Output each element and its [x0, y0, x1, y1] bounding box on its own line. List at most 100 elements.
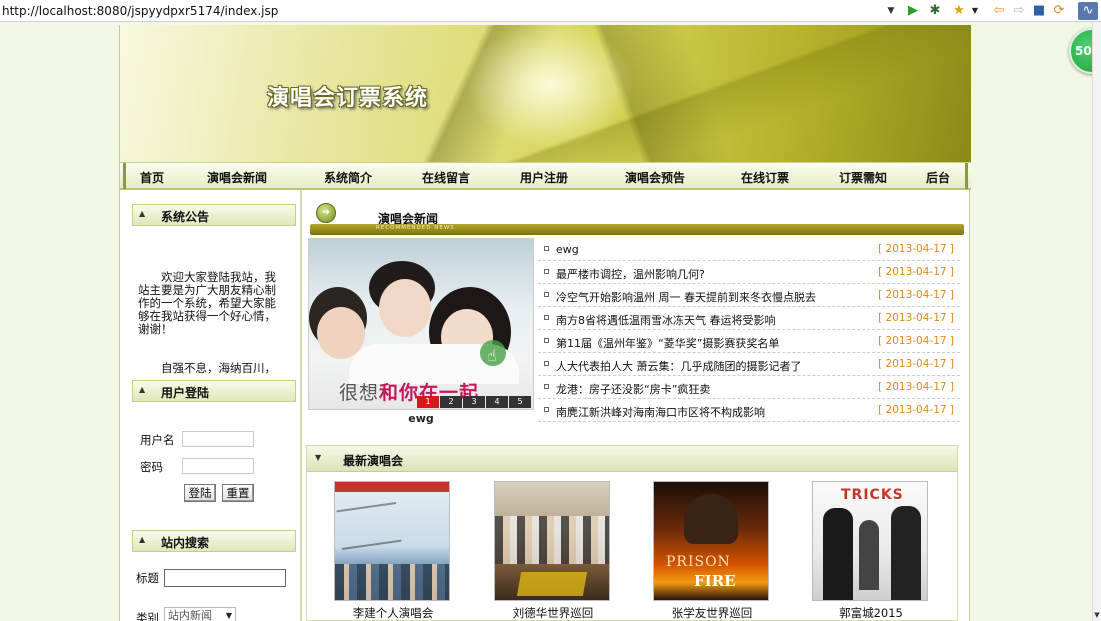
username-input[interactable] [182, 431, 254, 447]
news-item[interactable]: 南方8省将遇低温雨雪冰冻天气 春运将受影响 [ 2013-04-17 ] [538, 307, 960, 330]
nav-online-booking[interactable]: 在线订票 [741, 169, 789, 186]
poster-red-band [335, 482, 449, 492]
poster-man-right [891, 506, 921, 600]
banner: 演唱会订票系统 [120, 25, 971, 162]
password-input[interactable] [182, 458, 254, 474]
news-item-title[interactable]: 人大代表拍人大 萧云集：几乎成随团的摄影记者了 [556, 358, 802, 374]
concert-name[interactable]: 郭富城2015 [812, 605, 930, 621]
news-item-title[interactable]: 龙港：房子还没影“房卡”疯狂卖 [556, 381, 710, 397]
news-header-bar: RECOMMENDED NEWS [310, 224, 964, 235]
nav-left-edge [123, 163, 126, 189]
poster-title: TRICKS [841, 487, 904, 503]
poster-title-a: PRISON [666, 554, 731, 570]
refresh-icon[interactable]: ⟳ [1050, 2, 1068, 20]
news-item-date: [ 2013-04-17 ] [878, 335, 954, 347]
news-item[interactable]: 龙港：房子还没影“房卡”疯狂卖 [ 2013-04-17 ] [538, 376, 960, 399]
news-item[interactable]: ewg [ 2013-04-17 ] [538, 238, 960, 261]
nav-booking-notice[interactable]: 订票需知 [839, 169, 887, 186]
nav-home[interactable]: 首页 [140, 169, 164, 186]
play-icon[interactable]: ▶ [904, 2, 922, 20]
concert-name[interactable]: 张学友世界巡回 [653, 605, 771, 621]
news-item-title[interactable]: 南方8省将遇低温雨雪冰冻天气 春运将受影响 [556, 312, 776, 328]
poster-figure [684, 494, 738, 544]
news-item[interactable]: 人大代表拍人大 萧云集：几乎成随团的摄影记者了 [ 2013-04-17 ] [538, 353, 960, 376]
news-slideshow[interactable]: 很想和你在一起 1 2 3 4 5 [308, 238, 534, 410]
nav-system-intro[interactable]: 系统简介 [324, 169, 372, 186]
scroll-down-icon[interactable]: ▼ [1093, 611, 1101, 619]
concert-name[interactable]: 李建个人演唱会 [334, 605, 452, 621]
slide-page-1[interactable]: 1 [417, 396, 439, 408]
square-bullet-icon [544, 407, 549, 412]
news-item-title[interactable]: 冷空气开始影响温州 周一 春天提前到来冬衣慢点脱去 [556, 289, 816, 305]
reset-button[interactable]: 重置 [222, 484, 254, 502]
news-item[interactable]: 第11届《温州年鉴》“菱华奖”摄影赛获奖名单 [ 2013-04-17 ] [538, 330, 960, 353]
notice-text: 欢迎大家登陆我站，我站主要是为广大朋友精心制作的一个系统，希望大家能够在我站获得… [138, 271, 276, 336]
poster-handwriting [336, 502, 402, 550]
bug-icon[interactable]: ✱ [926, 2, 944, 20]
hand-cursor-icon: ☝ [487, 346, 497, 365]
latest-concerts-title: 最新演唱会 [343, 454, 404, 468]
slide-page-3[interactable]: 3 [463, 396, 485, 408]
nav-concert-news[interactable]: 演唱会新闻 [207, 169, 267, 186]
concert-card[interactable]: PRISON FIRE 张学友世界巡回 [653, 481, 771, 621]
poster-title-b: FIRE [694, 572, 736, 590]
concert-card[interactable]: 刘德华世界巡回 [494, 481, 612, 621]
search-title: 站内搜索 [161, 536, 210, 550]
chart-icon[interactable]: ∿ [1078, 2, 1098, 20]
vertical-scrollbar[interactable]: ▼ [1092, 22, 1101, 621]
stop-icon[interactable]: ■ [1030, 2, 1048, 20]
news-item-date: [ 2013-04-17 ] [878, 289, 954, 301]
sidebar: ▲ 系统公告 欢迎大家登陆我站，我站主要是为广大朋友精心制作的一个系统，希望大家… [122, 190, 302, 621]
forward-arrow-icon[interactable]: ⇨ [1010, 2, 1028, 20]
news-item-date: [ 2013-04-17 ] [878, 266, 954, 278]
back-arrow-icon[interactable]: ⇦ [990, 2, 1008, 20]
concert-poster[interactable]: TRICKS [812, 481, 928, 601]
nav-guestbook[interactable]: 在线留言 [422, 169, 470, 186]
triangle-icon: ▲ [139, 385, 146, 394]
square-bullet-icon [544, 315, 549, 320]
nav-register[interactable]: 用户注册 [520, 169, 568, 186]
nav-concert-preview[interactable]: 演唱会预告 [625, 169, 685, 186]
poster-man-left [823, 508, 853, 600]
concert-card[interactable]: TRICKS 郭富城2015 [812, 481, 930, 621]
category-select[interactable]: 站内新闻 ▼ [164, 607, 236, 621]
search-title-input[interactable] [164, 569, 286, 587]
news-item[interactable]: 最严楼市调控，温州影响几何? [ 2013-04-17 ] [538, 261, 960, 284]
nav-admin[interactable]: 后台 [926, 169, 950, 186]
login-button[interactable]: 登陆 [184, 484, 216, 502]
slide-label[interactable]: ewg [308, 412, 534, 425]
concert-name[interactable]: 刘德华世界巡回 [494, 605, 612, 621]
main-nav: 首页 演唱会新闻 系统简介 在线留言 用户注册 演唱会预告 在线订票 订票需知 … [120, 162, 971, 190]
triangle-down-icon: ▼ [315, 453, 322, 462]
news-item[interactable]: 冷空气开始影响温州 周一 春天提前到来冬衣慢点脱去 [ 2013-04-17 ] [538, 284, 960, 307]
address-bar: ▼ ▶ ✱ ★ ▼ ⇦ ⇨ ■ ⟳ ∿ [0, 0, 1101, 22]
news-item-date: [ 2013-04-17 ] [878, 312, 954, 324]
news-item-title[interactable]: 第11届《温州年鉴》“菱华奖”摄影赛获奖名单 [556, 335, 779, 351]
square-bullet-icon [544, 384, 549, 389]
slide-page-5[interactable]: 5 [509, 396, 531, 408]
concert-poster[interactable]: PRISON FIRE [653, 481, 769, 601]
slide-caption-a: 很想 [339, 382, 380, 404]
square-bullet-icon [544, 246, 549, 251]
chevron-down-icon[interactable]: ▼ [884, 3, 898, 19]
category-value: 站内新闻 [168, 609, 212, 621]
star-menu-chevron-icon[interactable]: ▼ [966, 2, 984, 20]
slide-page-4[interactable]: 4 [486, 396, 508, 408]
triangle-icon: ▲ [139, 535, 146, 544]
news-item-title[interactable]: 最严楼市调控，温州影响几何? [556, 266, 705, 282]
notice-title: 系统公告 [161, 210, 210, 224]
arrow-right-icon: ➜ [316, 203, 336, 223]
news-list: ewg [ 2013-04-17 ] 最严楼市调控，温州影响几何? [ 2013-0… [538, 238, 960, 430]
slide-page-2[interactable]: 2 [440, 396, 462, 408]
news-item[interactable]: 南麂江新洪峰对海南海口市区将不构成影响 [ 2013-04-17 ] [538, 399, 960, 422]
news-item-title[interactable]: ewg [556, 243, 579, 256]
news-item-title[interactable]: 南麂江新洪峰对海南海口市区将不构成影响 [556, 404, 765, 420]
concert-poster[interactable] [334, 481, 450, 601]
square-bullet-icon [544, 338, 549, 343]
square-bullet-icon [544, 292, 549, 297]
notice-header: ▲ 系统公告 [132, 204, 296, 226]
concert-poster[interactable] [494, 481, 610, 601]
concert-card[interactable]: 李建个人演唱会 [334, 481, 452, 621]
url-input[interactable] [2, 2, 898, 20]
square-bullet-icon [544, 361, 549, 366]
